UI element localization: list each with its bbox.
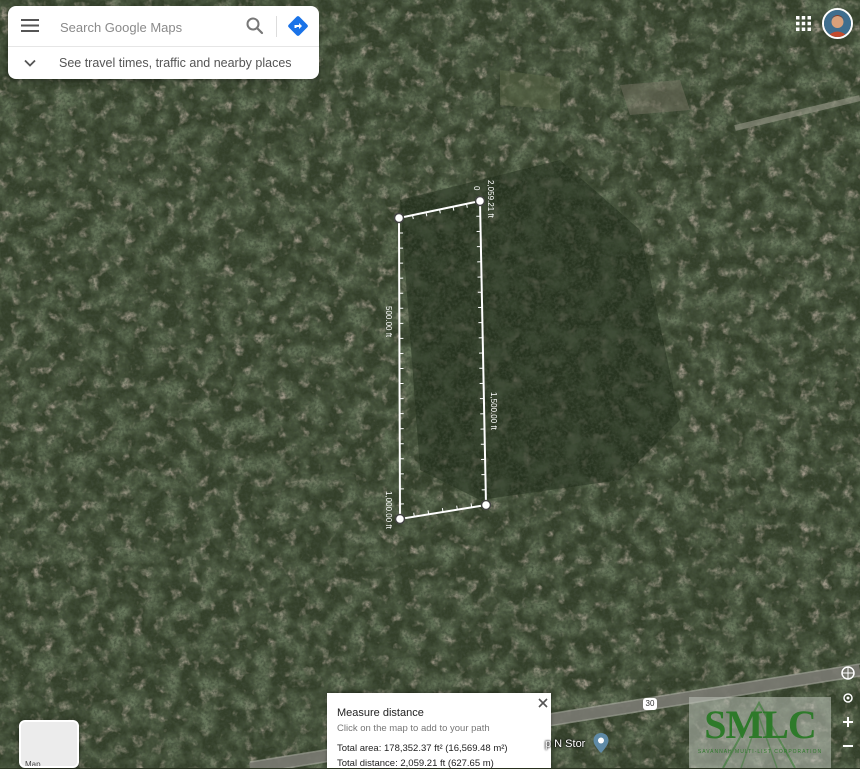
measure-distance-panel: Measure distance Click on the map to add… [327,693,551,768]
measure-tick [471,503,472,507]
measure-vertex[interactable] [395,214,404,223]
layer-toggle[interactable]: Map [19,720,79,768]
layer-toggle-label: Map [25,760,41,768]
measure-vertex[interactable] [396,515,405,524]
measure-tick [428,510,429,514]
location-icon[interactable] [838,688,858,708]
search-input[interactable] [58,16,242,38]
place-label[interactable]: p N Stor [545,738,585,750]
measure-hint: Click on the map to add to your path [337,723,490,734]
satellite-map[interactable]: 2,059.21 ft 0 500.00 ft 1,500.00 ft 1,00… [0,0,860,768]
smlc-watermark-logo: SMLC SAVANNAH MULTI-LIST CORPORATION [689,697,831,768]
menu-icon[interactable] [21,18,39,33]
building [620,80,690,115]
chevron-down-icon [23,56,37,70]
place-pin-icon[interactable] [593,733,609,753]
measure-tick [414,513,415,517]
search-panel: See travel times, traffic and nearby pla… [8,6,319,79]
compass-icon[interactable] [838,663,858,683]
route-shield: 30 [643,698,657,710]
measure-title: Measure distance [337,707,424,719]
label-top-edge: 2,059.21 ft [486,180,495,219]
travel-times-row[interactable]: See travel times, traffic and nearby pla… [8,47,319,79]
measure-total-distance: Total distance: 2,059.21 ft (627.65 m) [337,758,494,769]
label-bottom-edge: 1,000.00 ft [384,491,393,530]
zoom-in-icon[interactable] [838,712,858,732]
measure-vertex[interactable] [482,501,491,510]
terrain-texture [0,0,860,768]
search-row [8,6,319,46]
apps-grid-icon[interactable] [796,16,811,31]
divider [276,16,277,37]
measure-total-area: Total area: 178,352.37 ft² (16,569.48 m²… [337,743,508,754]
zoom-out-icon[interactable] [838,736,858,756]
avatar[interactable] [822,8,853,39]
logo-subtext: SAVANNAH MULTI-LIST CORPORATION [689,749,831,755]
label-right-edge: 1,500.00 ft [489,392,498,431]
measure-vertex[interactable] [476,197,485,206]
measure-tick [442,508,443,512]
logo-text: SMLC [689,701,831,748]
label-start-marker: 0 [472,186,481,191]
directions-icon[interactable] [287,15,309,37]
measure-tick [457,506,458,510]
close-icon[interactable] [537,697,549,709]
travel-times-text: See travel times, traffic and nearby pla… [59,56,292,70]
search-icon[interactable] [245,16,265,36]
label-left-edge: 500.00 ft [384,306,393,338]
